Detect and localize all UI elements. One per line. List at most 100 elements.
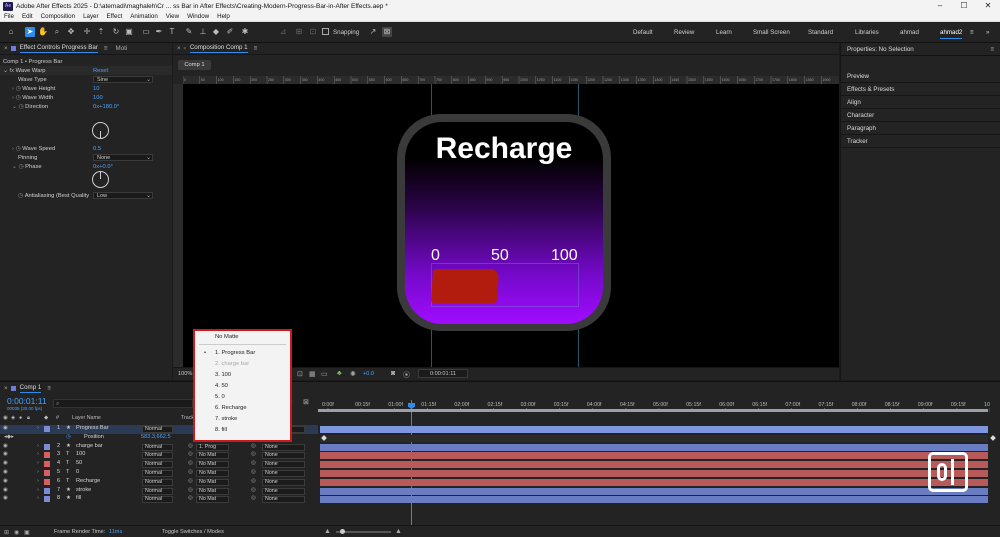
parent-pickwhip-icon[interactable]: ◎ <box>251 478 256 484</box>
workspace-overflow-icon[interactable]: » <box>986 29 989 36</box>
blend-mode-dropdown[interactable]: Normal <box>142 478 173 486</box>
parent-pickwhip-icon[interactable]: ◎ <box>251 460 256 466</box>
expand-panes-icon[interactable]: ▣ <box>24 529 30 536</box>
table-row[interactable]: ◉ › 7 ★ stroke Normal ◎ No Mat ◎ None <box>0 487 318 496</box>
snapping-checkbox[interactable] <box>322 28 329 35</box>
pen-tool-icon[interactable]: ✒ <box>154 27 164 37</box>
stopwatch-icon[interactable]: ◷ <box>18 104 23 110</box>
stopwatch-icon[interactable]: ◷ <box>16 86 21 92</box>
panel-preview[interactable]: Preview <box>841 70 1000 83</box>
panel-menu-icon[interactable]: ≡ <box>254 45 258 52</box>
eye-icon[interactable]: ◉ <box>3 469 8 475</box>
chevron-down-icon[interactable]: ⌄ <box>3 68 8 74</box>
stopwatch-icon[interactable]: ◷ <box>18 164 23 170</box>
panel-tracker[interactable]: Tracker <box>841 135 1000 148</box>
current-time[interactable]: 0:00:01:11 <box>7 396 47 406</box>
maximize-icon[interactable]: ☐ <box>952 0 976 12</box>
menu-window[interactable]: Window <box>183 13 213 20</box>
zoom-tool-icon[interactable]: ⌕ <box>52 27 62 37</box>
close-icon[interactable]: × <box>177 45 181 52</box>
direction-value[interactable]: 0x+180.0° <box>93 104 119 110</box>
position-value[interactable]: 583.3,662.5 <box>141 434 171 440</box>
clone-stamp-tool-icon[interactable]: ⊥ <box>198 27 208 37</box>
render-time-icon[interactable]: ◉ <box>14 529 19 536</box>
world-axis-icon[interactable]: ⊞ <box>294 27 304 37</box>
menu-view[interactable]: View <box>162 13 183 20</box>
stopwatch-icon[interactable]: ◷ <box>66 434 71 440</box>
eye-icon[interactable]: ◉ <box>3 451 8 457</box>
keyframe-nav-icon[interactable]: ◂◆▸ <box>4 434 14 440</box>
keyframe-icon[interactable] <box>990 434 996 441</box>
dropdown-item[interactable]: 3. 100 <box>215 372 231 378</box>
menu-file[interactable]: File <box>0 13 18 20</box>
tab-composition[interactable]: Composition Comp 1 <box>189 44 248 53</box>
track-matte-pickwhip-icon[interactable]: ◎ <box>188 443 193 449</box>
parent-dropdown[interactable]: None <box>262 496 305 504</box>
tab-timeline-comp1[interactable]: Comp 1 <box>19 384 42 393</box>
hand-tool-icon[interactable]: ✋ <box>38 27 48 37</box>
exposure-value[interactable]: +0.0 <box>363 371 374 377</box>
transparency-grid-icon[interactable]: ▦ <box>309 370 316 378</box>
comp-flowchart-icon[interactable]: ⊞ <box>4 529 9 536</box>
zoom-out-icon[interactable]: ▲ <box>324 528 331 535</box>
chevron-right-icon[interactable]: › <box>37 469 39 475</box>
eye-icon[interactable]: ◉ <box>3 443 8 449</box>
dropdown-item[interactable]: 4. 50 <box>215 383 228 389</box>
layer-search-input[interactable]: ⌕ <box>53 399 193 408</box>
menu-help[interactable]: Help <box>213 13 234 20</box>
roto-brush-tool-icon[interactable]: ✐ <box>225 27 235 37</box>
panel-align[interactable]: Align <box>841 96 1000 109</box>
parent-pickwhip-icon[interactable]: ◎ <box>251 495 256 501</box>
parent-dropdown[interactable]: None <box>262 443 305 451</box>
workspace-menu-icon[interactable]: ≡ <box>970 29 974 36</box>
zoom-slider[interactable] <box>336 529 391 534</box>
chevron-down-icon[interactable]: ⌄ <box>12 104 17 110</box>
close-icon[interactable]: × <box>4 385 8 392</box>
zoom-in-icon[interactable]: ▲ <box>395 528 402 535</box>
label-color-swatch[interactable] <box>44 470 50 476</box>
puppet-tool-icon[interactable]: ✱ <box>240 27 250 37</box>
track-matte-dropdown[interactable]: No Mat <box>196 470 229 477</box>
eye-icon[interactable]: ◉ <box>3 495 8 501</box>
dropdown-item[interactable]: 6. Recharge <box>215 405 247 411</box>
label-color-swatch[interactable] <box>44 487 50 494</box>
table-row[interactable]: ◉ › 3 T 100 Normal ◎ No Mat ◎ None <box>0 451 318 460</box>
mask-visibility-icon[interactable]: ⊡ <box>297 370 303 378</box>
phase-value[interactable]: 0x+0.0° <box>93 164 113 170</box>
reset-link[interactable]: Reset <box>93 68 108 74</box>
layer-name[interactable]: Progress Bar <box>76 425 109 431</box>
menu-edit[interactable]: Edit <box>18 13 37 20</box>
toggle-switches-modes[interactable]: Toggle Switches / Modes <box>162 529 224 535</box>
chevron-right-icon[interactable]: › <box>37 478 39 484</box>
workspace-review[interactable]: Review <box>674 29 694 36</box>
dropdown-item[interactable]: No Matte <box>215 334 239 340</box>
phase-angle-dial[interactable] <box>92 171 109 188</box>
rotate-tool-icon[interactable]: ↻ <box>111 27 121 37</box>
chevron-down-icon[interactable]: ⌄ <box>12 164 17 170</box>
parent-dropdown[interactable]: None <box>262 461 305 469</box>
parent-dropdown[interactable]: None <box>262 478 305 486</box>
layer-name[interactable]: fill <box>76 495 81 501</box>
label-color-swatch[interactable] <box>44 443 50 450</box>
rectangle-tool-icon[interactable]: ▭ <box>141 27 151 37</box>
track-matte-dropdown[interactable]: No Mat <box>196 487 229 495</box>
label-color-swatch[interactable] <box>44 496 50 503</box>
lock-icon[interactable]: ▫ <box>184 45 186 52</box>
parent-pickwhip-icon[interactable]: ◎ <box>251 443 256 449</box>
panel-paragraph[interactable]: Paragraph <box>841 122 1000 135</box>
layer-duration-bar[interactable] <box>320 426 988 433</box>
table-row[interactable]: ◉ › 4 T 50 Normal ◎ No Mat ◎ None <box>0 460 318 469</box>
panel-character[interactable]: Character <box>841 109 1000 122</box>
chevron-right-icon[interactable]: › <box>37 460 39 466</box>
dropdown-item[interactable]: 5. 0 <box>215 394 225 400</box>
layer-duration-bar[interactable] <box>320 443 988 451</box>
track-matte-dropdown[interactable]: No Mat <box>196 496 229 504</box>
blend-mode-dropdown[interactable]: Normal <box>142 452 173 460</box>
workspace-small-screen[interactable]: Small Screen <box>753 29 790 36</box>
table-row[interactable]: ◉ › 8 ★ fill Normal ◎ No Mat ◎ None <box>0 495 318 504</box>
layer-duration-bar[interactable] <box>320 478 988 486</box>
region-of-interest-icon[interactable]: ▭ <box>321 370 328 378</box>
menu-effect[interactable]: Effect <box>103 13 127 20</box>
parent-pickwhip-icon[interactable]: ◎ <box>251 451 256 457</box>
comp-breadcrumb-tab[interactable]: Comp 1 <box>178 60 211 70</box>
